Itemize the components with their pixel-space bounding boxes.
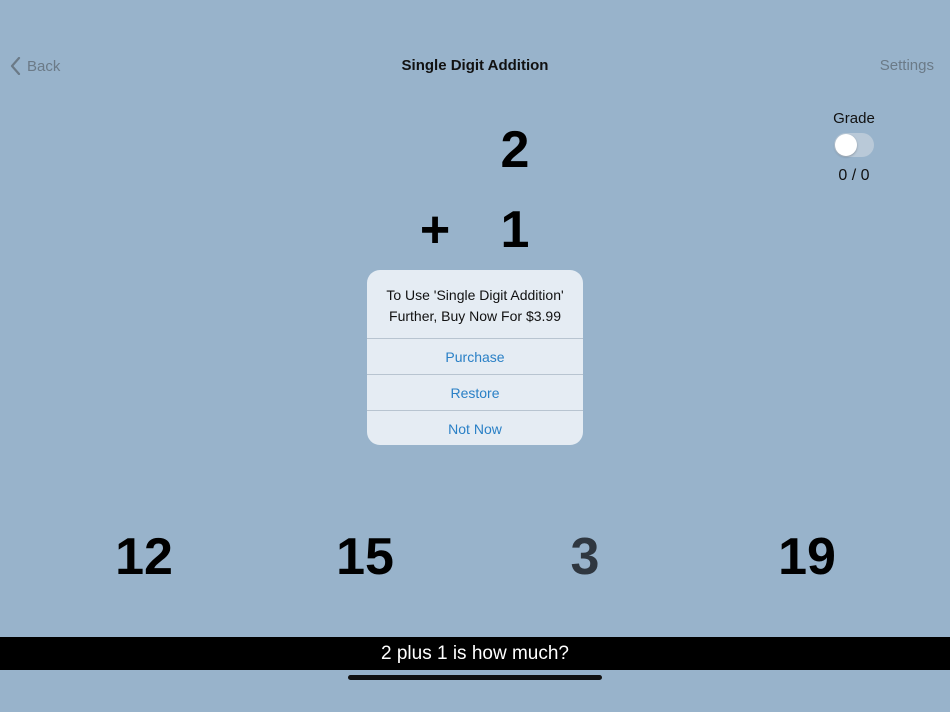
grade-panel: Grade 0 / 0 [814,110,894,185]
alert-message-line1: To Use 'Single Digit Addition' [386,287,564,303]
home-indicator[interactable] [348,675,602,680]
grade-label: Grade [833,110,875,127]
grade-toggle[interactable] [834,133,874,157]
alert-message-line2: Further, Buy Now For $3.99 [389,308,561,324]
question-caption: 2 plus 1 is how much? [0,637,950,670]
answer-option-1[interactable]: 12 [74,525,214,589]
grade-score: 0 / 0 [838,167,870,184]
answer-option-3[interactable]: 3 [515,525,655,589]
operator-plus: + [419,201,451,259]
operand-top: 2 [500,121,530,179]
toggle-knob [835,134,857,156]
settings-button[interactable]: Settings [880,57,934,74]
answer-option-4[interactable]: 19 [737,525,877,589]
purchase-button[interactable]: Purchase [367,338,583,374]
page-title: Single Digit Addition [401,57,549,74]
not-now-button[interactable]: Not Now [367,410,583,445]
restore-button[interactable]: Restore [367,374,583,410]
operand-bottom: 1 [500,201,530,259]
answer-option-2[interactable]: 15 [295,525,435,589]
purchase-alert: To Use 'Single Digit Addition' Further, … [367,270,583,445]
alert-message: To Use 'Single Digit Addition' Further, … [367,270,583,338]
